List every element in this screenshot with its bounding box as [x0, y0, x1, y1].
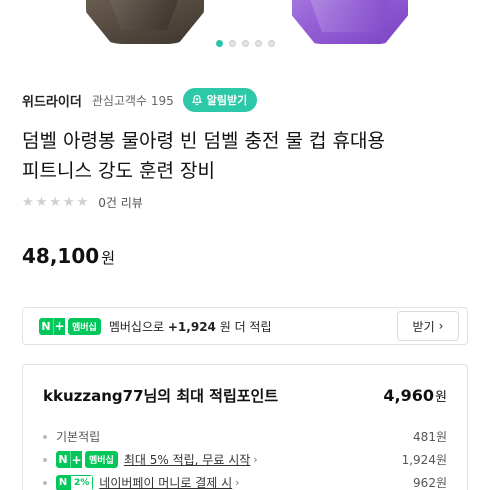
star-icon: ★: [76, 195, 89, 210]
product-title-line: 피트니스 강도 훈련 장비: [22, 160, 215, 182]
product-image-carousel[interactable]: [0, 0, 490, 56]
price: 48,100 원: [22, 244, 115, 268]
naverpay-percent-label: 2%: [70, 474, 94, 490]
alarm-subscribe-button[interactable]: 알림받기: [182, 88, 258, 112]
naver-n-icon: N: [56, 451, 70, 468]
plus-icon: +: [53, 317, 65, 335]
naver-plus-membership-badge: N + 멤버십: [39, 317, 101, 335]
chevron-right-icon: ›: [235, 476, 240, 489]
review-count[interactable]: 0건 리뷰: [98, 194, 143, 211]
seller-fans-count: 관심고객수 195: [91, 93, 174, 108]
naverpay-money-link[interactable]: 네이버페이 머니로 결제 시: [99, 474, 232, 490]
points-total-unit: 원: [435, 390, 447, 405]
product-image-brown-bottle: [86, 0, 204, 44]
max-points-box: kkuzzang77님의 최대 적립포인트 4,960원 기본적립 481원 N…: [22, 364, 468, 490]
seller-row: 위드라이더 관심고객수 195 알림받기: [22, 88, 258, 112]
membership-badge-label: 멤버십: [68, 317, 101, 335]
star-icon: ★: [62, 195, 75, 210]
carousel-dot-active[interactable]: [215, 40, 223, 47]
chevron-right-icon: ›: [438, 319, 444, 333]
points-title: kkuzzang77님의 최대 적립포인트: [43, 387, 279, 405]
carousel-dot[interactable]: [267, 40, 275, 47]
carousel-indicator: [0, 40, 490, 47]
naver-n-icon: N: [56, 474, 70, 490]
product-title: 덤벨 아령봉 물아령 빈 덤벨 충전 물 컵 휴대용 피트니스 강도 훈련 장비: [22, 126, 472, 186]
membership-text-prefix: 멤버십으로: [108, 319, 165, 334]
bell-plus-icon: [191, 94, 202, 106]
points-row-basic: 기본적립 481원: [43, 425, 447, 448]
naver-plus-membership-badge: N + 멤버십: [56, 451, 118, 468]
carousel-dot[interactable]: [228, 40, 236, 47]
points-row-value: 481원: [413, 430, 447, 444]
seller-name[interactable]: 위드라이더: [22, 91, 82, 110]
membership-benefit-box: N + 멤버십 멤버십으로 +1,924 원 더 적립 받기 ›: [22, 307, 468, 345]
membership-badge-label: 멤버십: [85, 451, 118, 468]
alarm-button-label: 알림받기: [206, 94, 248, 107]
points-row-membership[interactable]: N + 멤버십 최대 5% 적립, 무료 시작 › 1,924원: [43, 448, 447, 471]
naverpay-percent-badge: N 2%: [56, 474, 94, 490]
bullet-icon: [43, 434, 47, 439]
price-unit: 원: [101, 249, 115, 267]
membership-text-suffix: 원 더 적립: [219, 319, 272, 334]
naver-n-icon: N: [39, 317, 53, 335]
membership-signup-link[interactable]: 최대 5% 적립, 무료 시작: [124, 451, 250, 468]
points-total-value: 4,960: [383, 386, 435, 405]
membership-benefit-text: 멤버십으로 +1,924 원 더 적립: [109, 318, 272, 335]
product-title-line: 덤벨 아령봉 물아령 빈 덤벨 충전 물 컵 휴대용: [22, 130, 385, 152]
chevron-right-icon: ›: [253, 453, 258, 466]
points-total: 4,960원: [383, 386, 447, 405]
receive-button-label: 받기: [412, 319, 435, 334]
points-row-value: 962원: [413, 476, 447, 490]
points-header: kkuzzang77님의 최대 적립포인트 4,960원: [43, 385, 447, 406]
plus-icon: +: [70, 451, 82, 468]
carousel-dot[interactable]: [254, 40, 262, 47]
star-icon: ★: [35, 195, 48, 210]
rating-stars: ★ ★ ★ ★ ★: [22, 196, 88, 209]
bullet-icon: [43, 457, 47, 462]
price-amount: 48,100: [22, 244, 100, 268]
rating-row[interactable]: ★ ★ ★ ★ ★ 0건 리뷰: [22, 194, 143, 211]
star-icon: ★: [49, 195, 61, 210]
points-row-label: 기본적립: [56, 430, 101, 444]
carousel-dot[interactable]: [241, 40, 249, 47]
product-image-purple-bottle: [292, 0, 408, 44]
points-breakdown-list: 기본적립 481원 N + 멤버십 최대 5% 적립, 무료 시작 › 1,92…: [43, 425, 447, 490]
membership-amount: +1,924: [167, 319, 216, 334]
star-icon: ★: [22, 195, 34, 210]
points-row-value: 1,924원: [401, 453, 447, 467]
points-row-naverpay[interactable]: N 2% 네이버페이 머니로 결제 시 › 962원: [43, 471, 447, 490]
bullet-icon: [43, 480, 47, 485]
membership-receive-button[interactable]: 받기 ›: [397, 311, 459, 341]
